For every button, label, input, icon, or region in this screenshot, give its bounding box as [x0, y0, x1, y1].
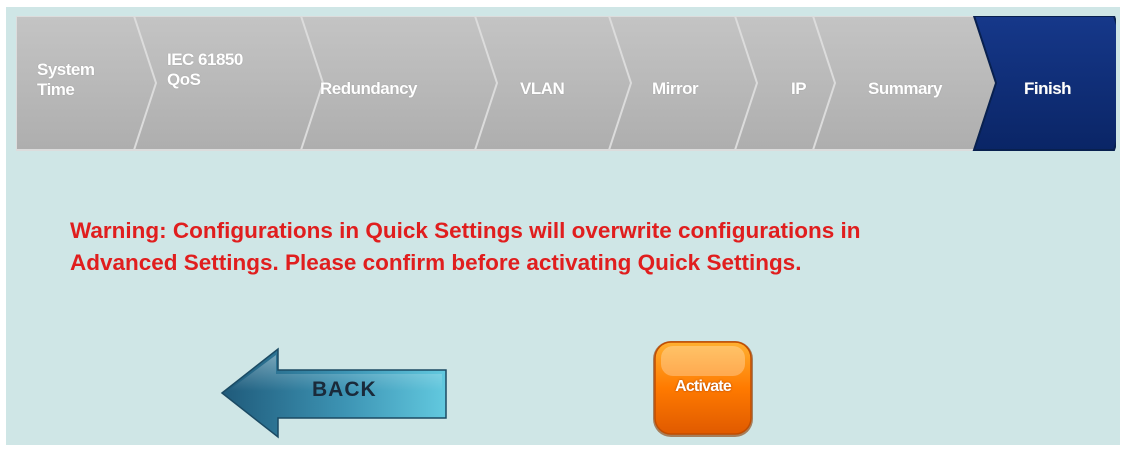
overwrite-warning-message: Warning: Configurations in Quick Setting…: [70, 218, 861, 275]
back-button-label: BACK: [312, 378, 377, 401]
quick-settings-panel: System Time IEC 61850 QoS Redundancy VLA…: [6, 7, 1120, 445]
wizard-step-finish[interactable]: Finish: [1024, 79, 1072, 99]
wizard-step-ip[interactable]: IP: [791, 79, 807, 99]
wizard-steps: System Time IEC 61850 QoS Redundancy VLA…: [16, 16, 1116, 151]
activate-button-label: Activate: [675, 378, 732, 395]
activate-button[interactable]: Activate: [651, 339, 755, 439]
wizard-step-redundancy[interactable]: Redundancy: [320, 79, 418, 99]
wizard-step-mirror[interactable]: Mirror: [652, 79, 699, 99]
wizard-step-system-time[interactable]: System Time: [37, 60, 95, 100]
wizard-step-summary[interactable]: Summary: [868, 79, 942, 99]
wizard-step-vlan[interactable]: VLAN: [520, 79, 565, 99]
wizard-step-iec-61850-qos[interactable]: IEC 61850 QoS: [167, 50, 243, 90]
back-button[interactable]: BACK: [220, 347, 448, 439]
